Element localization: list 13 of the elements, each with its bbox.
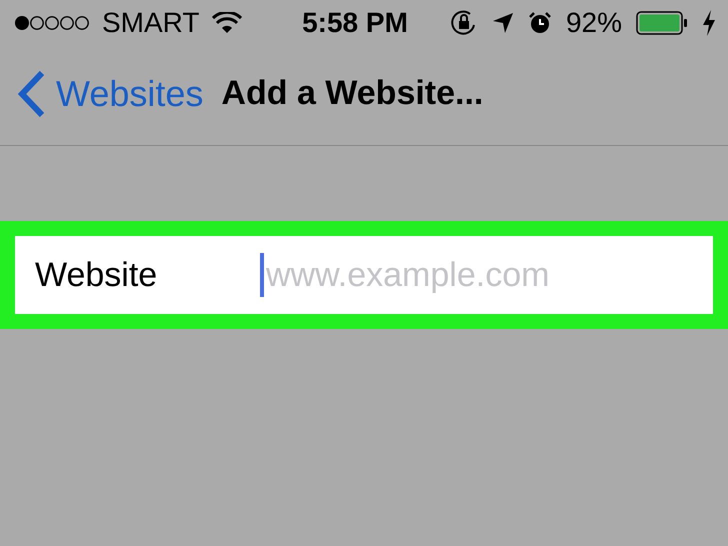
location-arrow-icon [492,12,514,34]
signal-icon [14,15,90,31]
wifi-icon [212,12,242,34]
battery-percent: 92% [566,7,622,39]
field-label: Website [15,236,260,314]
page-title: Add a Website... [221,74,484,113]
carrier-name: SMART [102,7,200,39]
back-chevron-icon [16,70,46,118]
battery-icon [636,11,688,35]
alarm-clock-icon [528,11,552,35]
rotation-lock-icon [450,9,478,37]
back-button[interactable]: Websites [16,70,204,118]
status-time: 5:58 PM [301,7,409,39]
